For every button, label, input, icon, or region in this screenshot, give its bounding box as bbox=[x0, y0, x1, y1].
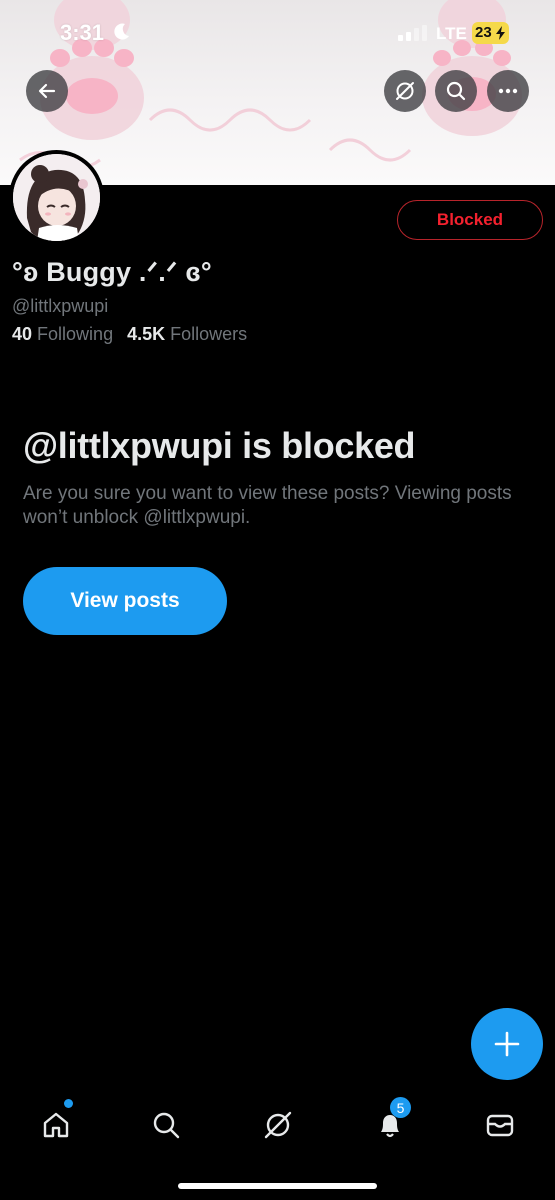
followers-link[interactable]: 4.5K Followers bbox=[127, 324, 247, 345]
compose-button[interactable] bbox=[471, 1008, 543, 1080]
blocked-description: Are you sure you want to view these post… bbox=[23, 483, 512, 528]
following-link[interactable]: 40 Following bbox=[12, 324, 113, 345]
blocked-title: @littlxpwupi is blocked bbox=[23, 425, 416, 466]
search-icon bbox=[153, 1112, 180, 1139]
blocked-button[interactable]: Blocked bbox=[397, 200, 543, 240]
display-name: °ʚ Buggy .ᐟ.ᐟ ɞ° bbox=[12, 257, 212, 287]
back-button[interactable] bbox=[26, 70, 68, 112]
battery-indicator: 23 bbox=[472, 22, 509, 44]
tab-grok[interactable] bbox=[260, 1107, 296, 1143]
charging-icon bbox=[496, 26, 505, 40]
bottom-tab-bar: 5 bbox=[0, 1095, 555, 1155]
avatar[interactable] bbox=[9, 150, 104, 245]
home-indicator[interactable] bbox=[178, 1183, 377, 1189]
moon-icon bbox=[114, 23, 129, 40]
tab-explore[interactable] bbox=[148, 1107, 184, 1143]
notifications-badge: 5 bbox=[390, 1097, 411, 1118]
mail-icon bbox=[486, 1114, 514, 1137]
back-arrow-icon bbox=[38, 83, 56, 99]
profile-handle: @littlxpwupi bbox=[12, 296, 109, 316]
battery-level: 23 bbox=[475, 24, 492, 41]
network-type: LTE bbox=[436, 24, 467, 43]
signal-icon bbox=[398, 25, 427, 41]
followers-label: Followers bbox=[170, 324, 248, 344]
search-icon bbox=[446, 81, 466, 101]
search-button[interactable] bbox=[435, 70, 477, 112]
grok-icon bbox=[396, 82, 414, 100]
following-count: 40 bbox=[12, 324, 33, 344]
plus-icon bbox=[494, 1031, 520, 1057]
home-icon bbox=[43, 1112, 69, 1138]
tab-messages[interactable] bbox=[482, 1107, 518, 1143]
tab-notifications[interactable]: 5 bbox=[372, 1097, 411, 1143]
tab-home[interactable] bbox=[38, 1099, 74, 1143]
grok-button[interactable] bbox=[384, 70, 426, 112]
grok-icon bbox=[264, 1111, 292, 1139]
status-time: 3:31 bbox=[60, 20, 105, 45]
profile-stats: 40 Following 4.5K Followers bbox=[12, 324, 247, 345]
home-unread-dot bbox=[64, 1099, 73, 1108]
view-posts-button[interactable]: View posts bbox=[23, 567, 227, 635]
followers-count: 4.5K bbox=[127, 324, 166, 344]
avatar-image bbox=[13, 154, 100, 241]
following-label: Following bbox=[37, 324, 114, 344]
more-options-button[interactable] bbox=[487, 70, 529, 112]
status-bar: 3:31 LTE 23 bbox=[0, 0, 555, 62]
more-icon bbox=[498, 88, 518, 94]
